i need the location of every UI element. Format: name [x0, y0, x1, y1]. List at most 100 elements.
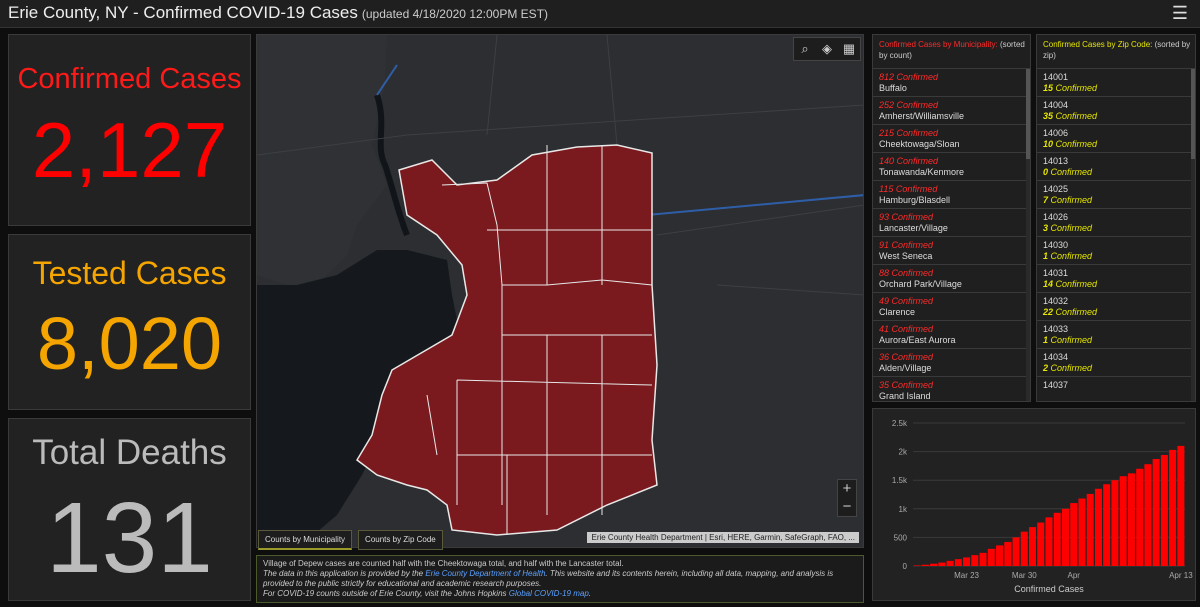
zip-code: 14030	[1043, 240, 1069, 250]
muni-header-bold: Confirmed Cases by Municipality:	[879, 40, 998, 49]
municipality-row[interactable]: 91 Confirmed West Seneca	[873, 237, 1030, 265]
tested-value: 8,020	[36, 302, 223, 385]
search-icon[interactable]: ⌕	[794, 38, 816, 60]
zipcode-row[interactable]: 14030 1 Confirmed	[1037, 237, 1195, 265]
zipcode-list[interactable]: Confirmed Cases by Zip Code: (sorted by …	[1036, 34, 1196, 402]
y-tick-label: 2.5k	[892, 419, 908, 428]
zipcode-list-header: Confirmed Cases by Zip Code: (sorted by …	[1037, 35, 1195, 69]
muni-name: Orchard Park/Village	[879, 279, 962, 289]
municipality-row[interactable]: 140 Confirmed Tonawanda/Kenmore	[873, 153, 1030, 181]
zipcode-scrollbar[interactable]	[1191, 69, 1195, 401]
bar	[938, 562, 946, 566]
total-deaths-panel: Total Deaths 131	[8, 418, 251, 601]
zip-count: 10 Confirmed	[1043, 139, 1098, 149]
bar	[1169, 449, 1177, 566]
tab-municipality[interactable]: Counts by Municipality	[258, 530, 353, 550]
bar	[1136, 468, 1144, 566]
zip-code: 14001	[1043, 72, 1069, 82]
map-canvas[interactable]	[257, 35, 864, 548]
app-title: Erie County, NY - Confirmed COVID-19 Cas…	[8, 3, 548, 23]
hamburger-menu-icon[interactable]: ☰	[1172, 3, 1188, 24]
scroll-thumb[interactable]	[1191, 69, 1195, 159]
zipcode-row[interactable]: 14031 14 Confirmed	[1037, 265, 1195, 293]
muni-count: 41 Confirmed	[879, 324, 934, 334]
zip-count: 1 Confirmed	[1043, 251, 1093, 261]
municipality-row[interactable]: 36 Confirmed Alden/Village	[873, 349, 1030, 377]
municipality-row[interactable]: 93 Confirmed Lancaster/Village	[873, 209, 1030, 237]
muni-name: Aurora/East Aurora	[879, 335, 956, 345]
bar	[1078, 498, 1086, 566]
health-dept-link[interactable]: Erie County Department of Health	[425, 569, 545, 578]
municipality-row[interactable]: 41 Confirmed Aurora/East Aurora	[873, 321, 1030, 349]
bar	[1012, 537, 1020, 566]
municipality-row[interactable]: 49 Confirmed Clarence	[873, 293, 1030, 321]
zipcode-row[interactable]: 14034 2 Confirmed	[1037, 349, 1195, 377]
layers-icon[interactable]: ◈	[816, 38, 838, 60]
zoom-control: + −	[837, 479, 857, 517]
info-line-2: The data in this application is provided…	[263, 569, 857, 589]
app-header: Erie County, NY - Confirmed COVID-19 Cas…	[0, 0, 1200, 28]
zip-header-bold: Confirmed Cases by Zip Code:	[1043, 40, 1153, 49]
bar	[1020, 531, 1028, 566]
municipality-list[interactable]: Confirmed Cases by Municipality: (sorted…	[872, 34, 1031, 402]
map-toolbar: ⌕ ◈ ▦	[793, 37, 861, 61]
zipcode-row[interactable]: 14006 10 Confirmed	[1037, 125, 1195, 153]
municipality-list-header: Confirmed Cases by Municipality: (sorted…	[873, 35, 1030, 69]
zip-code: 14025	[1043, 184, 1069, 194]
bar	[1160, 455, 1168, 566]
zip-count: 1 Confirmed	[1043, 335, 1093, 345]
y-tick-label: 1.5k	[892, 476, 908, 485]
zipcode-row[interactable]: 14033 1 Confirmed	[1037, 321, 1195, 349]
bar	[1037, 522, 1045, 566]
bar	[1094, 488, 1102, 566]
bar	[1152, 459, 1160, 566]
map-attribution: Erie County Health Department | Esri, HE…	[587, 532, 859, 543]
x-tick-label: Apr	[1068, 571, 1081, 580]
x-axis-label: Confirmed Cases	[1014, 584, 1084, 594]
zipcode-row[interactable]: 14026 3 Confirmed	[1037, 209, 1195, 237]
zip-count: 35 Confirmed	[1043, 111, 1098, 121]
y-tick-label: 2k	[899, 448, 908, 457]
bar	[954, 559, 962, 566]
zip-count: 3 Confirmed	[1043, 223, 1093, 233]
municipality-row[interactable]: 88 Confirmed Orchard Park/Village	[873, 265, 1030, 293]
y-tick-label: 1k	[899, 505, 908, 514]
zipcode-row[interactable]: 14001 15 Confirmed	[1037, 69, 1195, 97]
zipcode-row[interactable]: 14032 22 Confirmed	[1037, 293, 1195, 321]
municipality-row[interactable]: 812 Confirmed Buffalo	[873, 69, 1030, 97]
municipality-rows: 812 Confirmed Buffalo 252 Confirmed Amherst…	[873, 69, 1030, 401]
zip-code: 14033	[1043, 324, 1069, 334]
scroll-thumb[interactable]	[1026, 69, 1030, 159]
info-line-1: Village of Depew cases are counted half …	[263, 559, 624, 568]
muni-count: 91 Confirmed	[879, 240, 934, 250]
municipality-row[interactable]: 215 Confirmed Cheektowaga/Sloan	[873, 125, 1030, 153]
zoom-out-button[interactable]: −	[838, 498, 856, 516]
confirmed-value: 2,127	[31, 106, 228, 194]
x-tick-label: Mar 30	[1012, 571, 1037, 580]
zip-code: 14031	[1043, 268, 1069, 278]
zipcode-row[interactable]: 14013 0 Confirmed	[1037, 153, 1195, 181]
zipcode-row[interactable]: 14025 7 Confirmed	[1037, 181, 1195, 209]
bar	[1070, 503, 1078, 566]
municipality-scrollbar[interactable]	[1026, 69, 1030, 401]
jhu-map-link[interactable]: Global COVID-19 map	[509, 589, 589, 598]
qr-icon[interactable]: ▦	[838, 38, 860, 60]
bar	[1004, 541, 1012, 566]
tab-zipcode[interactable]: Counts by Zip Code	[358, 530, 443, 550]
zip-code: 14037	[1043, 380, 1069, 390]
info-line-3a: For COVID-19 counts outside of Erie Coun…	[263, 589, 509, 598]
county-map[interactable]: ⌕ ◈ ▦ + − Erie County Health Department …	[256, 34, 864, 548]
zipcode-row[interactable]: 14004 35 Confirmed	[1037, 97, 1195, 125]
muni-count: 252 Confirmed	[879, 100, 939, 110]
zoom-in-button[interactable]: +	[838, 480, 856, 498]
bar	[1177, 445, 1185, 566]
bar	[1086, 493, 1094, 566]
zipcode-row[interactable]: 14037	[1037, 377, 1195, 401]
municipality-row[interactable]: 35 Confirmed Grand Island	[873, 377, 1030, 401]
bar	[979, 552, 987, 566]
bar	[987, 548, 995, 566]
zip-code: 14026	[1043, 212, 1069, 222]
municipality-row[interactable]: 115 Confirmed Hamburg/Blasdell	[873, 181, 1030, 209]
municipality-row[interactable]: 252 Confirmed Amherst/Williamsville	[873, 97, 1030, 125]
info-text-box: Village of Depew cases are counted half …	[256, 555, 864, 603]
